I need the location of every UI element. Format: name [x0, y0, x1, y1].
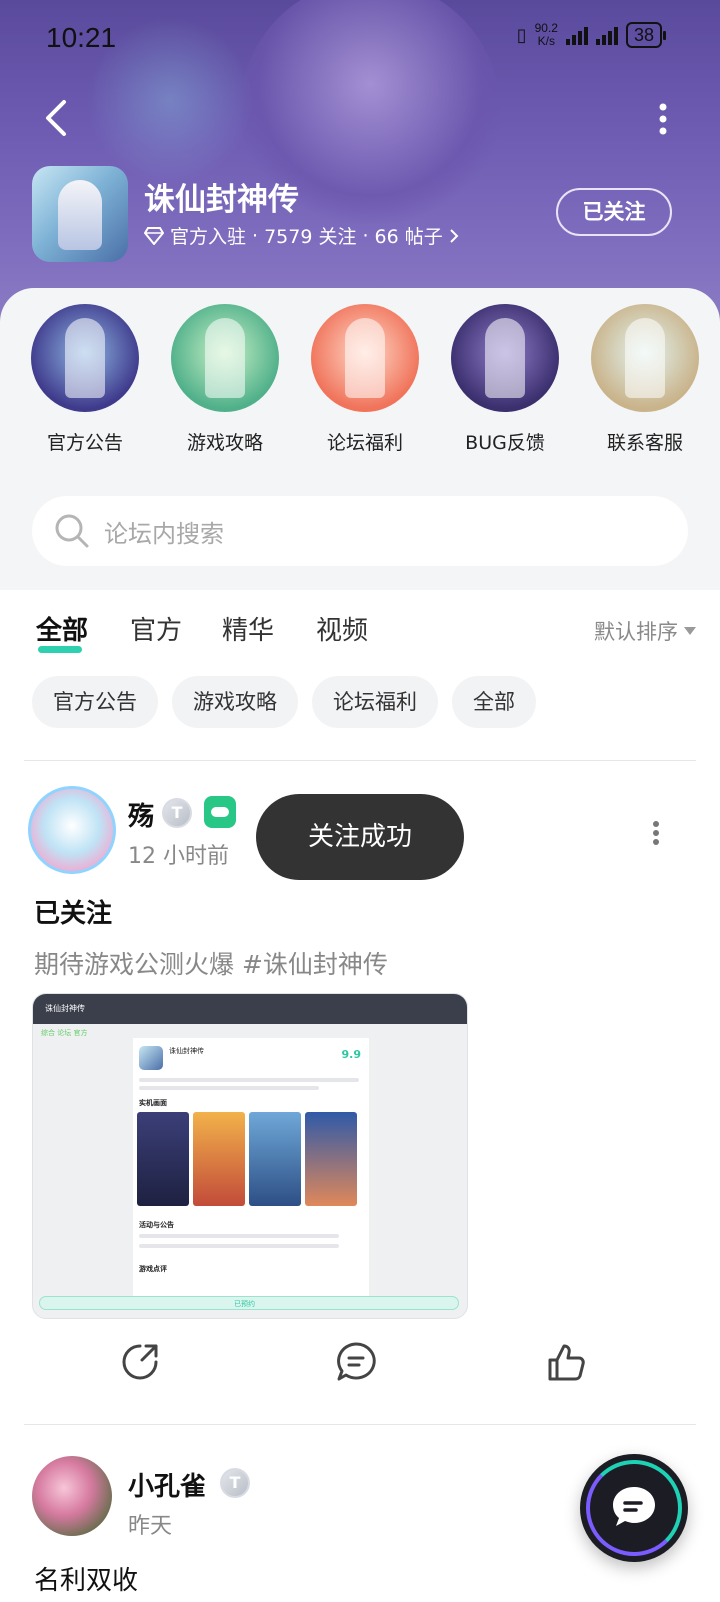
back-icon[interactable]: [38, 98, 78, 138]
tab-featured[interactable]: 精华: [222, 610, 274, 647]
status-icons: ▯ 90.2 K/s 38: [516, 22, 667, 48]
divider: [24, 1424, 696, 1425]
author-avatar[interactable]: [28, 786, 116, 874]
screenshot-panel: 诛仙封神传 9.9 实机画面 活动与公告 游戏点评: [133, 1038, 369, 1300]
meta-separator: ·: [252, 224, 259, 247]
forum-meta[interactable]: 官方入驻 · 7579 关注 · 66 帖子: [144, 222, 459, 249]
shortcut-image: [591, 304, 699, 412]
chevron-right-icon: [450, 228, 459, 243]
divider: [24, 760, 696, 761]
shortcut-label: BUG反馈: [465, 432, 545, 454]
search-icon: [55, 514, 89, 548]
network-speed: 90.2 K/s: [535, 22, 558, 48]
post-title[interactable]: 名利双收: [34, 1560, 138, 1597]
screenshot-score: 9.9: [341, 1048, 362, 1061]
sort-dropdown[interactable]: 默认排序: [594, 616, 696, 646]
vibrate-icon: ▯: [516, 24, 527, 46]
forum-shortcuts-panel: 官方公告 游戏攻略 论坛福利 BUG反馈 联系客服 论坛内搜索: [0, 288, 720, 590]
shortcut-label: 联系客服: [606, 432, 683, 454]
battery-indicator: 38: [625, 22, 667, 48]
shortcut-official-notice[interactable]: 官方公告: [20, 304, 150, 455]
signal-icon: [565, 25, 588, 45]
gamepad-badge-icon: [204, 796, 236, 828]
forum-title: 诛仙封神传: [144, 182, 299, 218]
screenshot-reserved-label: 已预约: [234, 1300, 255, 1308]
forum-search-input[interactable]: 论坛内搜索: [32, 496, 688, 566]
category-chips: 官方公告 游戏攻略 论坛福利 全部: [32, 676, 536, 728]
meta-separator: ·: [362, 224, 369, 247]
screenshot-game-name: 诛仙封神传: [169, 1047, 204, 1055]
tab-all[interactable]: 全部: [36, 610, 88, 653]
shortcut-label: 论坛福利: [326, 432, 403, 454]
shortcut-bug-report[interactable]: BUG反馈: [440, 304, 570, 455]
sort-label: 默认排序: [594, 620, 678, 644]
screenshot-text-line: [139, 1086, 319, 1090]
more-icon[interactable]: [656, 102, 670, 136]
chat-fab-button[interactable]: [580, 1454, 688, 1562]
chip-forum-welfare[interactable]: 论坛福利: [312, 676, 438, 728]
screenshot-cards: [137, 1112, 357, 1206]
author-name[interactable]: 殇: [128, 796, 154, 833]
shortcut-label: 游戏攻略: [186, 432, 263, 454]
shortcut-image: [451, 304, 559, 412]
post-time: 12 小时前: [128, 844, 229, 869]
caret-down-icon: [684, 627, 696, 635]
screenshot-section: 活动与公告: [139, 1221, 174, 1229]
screenshot-section: 实机画面: [139, 1099, 167, 1107]
screenshot-reserved-bar: 已预约: [39, 1296, 459, 1310]
post-more-icon[interactable]: [652, 820, 660, 846]
screenshot-nav: 综合 论坛 官方: [41, 1029, 88, 1037]
post-title[interactable]: 已关注: [34, 893, 112, 930]
diamond-icon: [144, 226, 164, 245]
chip-game-guide[interactable]: 游戏攻略: [172, 676, 298, 728]
post-body[interactable]: 期待游戏公测火爆 #诛仙封神传: [34, 945, 388, 981]
status-bar: 10:21 ▯ 90.2 K/s 38: [0, 0, 720, 72]
screenshot-text-line: [139, 1078, 359, 1082]
forum-avatar: [32, 166, 128, 262]
search-placeholder: 论坛内搜索: [104, 519, 224, 548]
shortcut-customer-service[interactable]: 联系客服: [580, 304, 710, 455]
chip-official-notice[interactable]: 官方公告: [32, 676, 158, 728]
chat-icon: [613, 1487, 655, 1526]
shortcut-forum-welfare[interactable]: 论坛福利: [300, 304, 430, 455]
shortcut-game-guide[interactable]: 游戏攻略: [160, 304, 290, 455]
post-actions: [0, 1340, 720, 1400]
post-filter-tabs: 全部 官方 精华 视频 默认排序: [36, 610, 696, 660]
tab-video[interactable]: 视频: [316, 610, 368, 647]
like-icon[interactable]: [544, 1340, 588, 1384]
comment-icon[interactable]: [334, 1340, 378, 1384]
screenshot-topbar: 诛仙封神传: [33, 994, 467, 1024]
screenshot-app-title: 诛仙封神传: [45, 1004, 85, 1013]
author-avatar[interactable]: [32, 1456, 112, 1536]
tab-official[interactable]: 官方: [130, 610, 182, 647]
follow-success-toast: 关注成功: [256, 794, 464, 880]
chip-all[interactable]: 全部: [452, 676, 536, 728]
level-badge-icon: T: [162, 798, 192, 828]
post-image[interactable]: 诛仙封神传 综合 论坛 官方 诛仙封神传 9.9 实机画面 活动与公告 游戏点评…: [32, 993, 468, 1319]
shortcut-row: 官方公告 游戏攻略 论坛福利 BUG反馈 联系客服: [20, 304, 710, 455]
shortcut-image: [31, 304, 139, 412]
screenshot-text-line: [139, 1234, 339, 1238]
followed-button[interactable]: 已关注: [556, 188, 672, 236]
shortcut-label: 官方公告: [46, 432, 123, 454]
post-count: 66 帖子: [374, 226, 443, 248]
forum-info: 诛仙封神传 官方入驻 · 7579 关注 · 66 帖子 已关注: [32, 166, 692, 262]
screenshot-text-line: [139, 1244, 339, 1248]
screenshot-section: 游戏点评: [139, 1265, 167, 1273]
share-icon[interactable]: [118, 1340, 162, 1384]
status-time: 10:21: [46, 22, 117, 53]
signal-icon: [595, 25, 618, 45]
post-time: 昨天: [128, 1514, 173, 1539]
shortcut-image: [171, 304, 279, 412]
screenshot-game-icon: [139, 1046, 163, 1070]
level-badge-icon: T: [220, 1468, 250, 1498]
author-name[interactable]: 小孔雀: [128, 1466, 206, 1503]
shortcut-image: [311, 304, 419, 412]
follower-count: 7579 关注: [264, 226, 357, 248]
verified-label: 官方入驻: [170, 226, 247, 248]
network-speed-unit: K/s: [537, 34, 555, 48]
